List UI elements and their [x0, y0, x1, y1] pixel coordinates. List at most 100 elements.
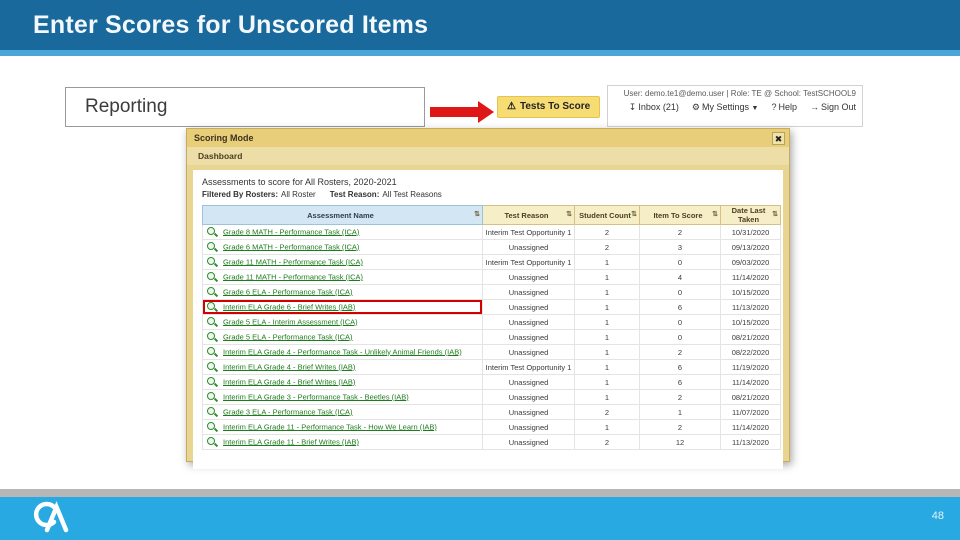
assessment-link[interactable]: Grade 6 ELA - Performance Task (ICA): [223, 287, 353, 296]
assessment-link[interactable]: Interim ELA Grade 11 - Performance Task …: [223, 422, 437, 431]
date-last-taken-cell: 09/13/2020: [720, 239, 781, 255]
score-magnifier-icon[interactable]: [207, 256, 218, 268]
score-magnifier-icon[interactable]: [207, 316, 218, 328]
close-icon[interactable]: ✖: [772, 131, 785, 145]
table-row: Interim ELA Grade 4 - Brief Writes (IAB)…: [202, 374, 781, 390]
column-header-student-count[interactable]: Student Count ⇅: [574, 205, 640, 225]
items-to-score-cell: 6: [639, 359, 721, 375]
filter-reason-value: All Test Reasons: [382, 190, 442, 199]
assessment-cell: Interim ELA Grade 11 - Performance Task …: [202, 419, 483, 435]
student-count-cell: 1: [574, 254, 640, 270]
score-magnifier-icon[interactable]: [207, 421, 218, 433]
modal-content: Assessments to score for All Rosters, 20…: [193, 170, 783, 469]
score-magnifier-icon[interactable]: [207, 346, 218, 358]
date-last-taken-cell: 10/15/2020: [720, 314, 781, 330]
test-reason-cell: Unassigned: [482, 374, 575, 390]
sort-icon[interactable]: ⇅: [474, 210, 480, 218]
assessment-link[interactable]: Interim ELA Grade 6 - Brief Writes (IAB): [223, 302, 355, 311]
user-info: User: demo.te1@demo.user | Role: TE @ Sc…: [623, 89, 856, 98]
date-last-taken-cell: 08/22/2020: [720, 344, 781, 360]
sort-icon[interactable]: ⇅: [631, 210, 637, 218]
student-count-cell: 2: [574, 224, 640, 240]
student-count-cell: 2: [574, 239, 640, 255]
assessment-cell: Grade 6 MATH - Performance Task (ICA): [202, 239, 483, 255]
column-header-item-to-score[interactable]: Item To Score ⇅: [639, 205, 721, 225]
assessment-link[interactable]: Grade 6 MATH - Performance Task (ICA): [223, 242, 359, 251]
tests-to-score-button[interactable]: ⚠ Tests To Score: [497, 96, 601, 118]
date-last-taken-cell: 10/31/2020: [720, 224, 781, 240]
title-accent-stripe: [0, 50, 960, 56]
items-to-score-cell: 4: [639, 269, 721, 285]
my-settings-button[interactable]: ⚙ My Settings ▼: [692, 102, 759, 113]
student-count-cell: 1: [574, 389, 640, 405]
sort-icon[interactable]: ⇅: [772, 210, 778, 218]
test-reason-cell: Unassigned: [482, 239, 575, 255]
assessment-cell-highlighted: Interim ELA Grade 6 - Brief Writes (IAB): [202, 299, 483, 315]
test-reason-cell: Unassigned: [482, 419, 575, 435]
test-reason-cell: Unassigned: [482, 329, 575, 345]
assessment-link[interactable]: Grade 5 ELA - Performance Task (ICA): [223, 332, 353, 341]
test-reason-cell: Unassigned: [482, 269, 575, 285]
column-header-date-last-taken[interactable]: Date Last Taken ⇅: [720, 205, 781, 225]
assessment-cell: Grade 6 ELA - Performance Task (ICA): [202, 284, 483, 300]
assessment-cell: Interim ELA Grade 11 - Brief Writes (IAB…: [202, 434, 483, 450]
score-magnifier-icon[interactable]: [207, 436, 218, 448]
date-last-taken-cell: 10/15/2020: [720, 284, 781, 300]
date-last-taken-cell: 11/13/2020: [720, 299, 781, 315]
column-header-test-reason[interactable]: Test Reason ⇅: [482, 205, 575, 225]
score-magnifier-icon[interactable]: [207, 331, 218, 343]
assessment-link[interactable]: Interim ELA Grade 4 - Performance Task -…: [223, 347, 462, 356]
red-callout-arrow-icon: [430, 101, 496, 123]
assessment-cell: Interim ELA Grade 4 - Brief Writes (IAB): [202, 374, 483, 390]
table-row: Grade 11 MATH - Performance Task (ICA) In…: [202, 254, 781, 270]
table-row: Grade 6 MATH - Performance Task (ICA) Una…: [202, 239, 781, 255]
sign-out-button[interactable]: → Sign Out: [810, 102, 856, 113]
test-reason-cell: Unassigned: [482, 434, 575, 450]
assessment-link[interactable]: Grade 11 MATH - Performance Task (ICA): [223, 257, 363, 266]
score-magnifier-icon[interactable]: [207, 361, 218, 373]
assessments-table: Assessment Name ⇅ Test Reason ⇅ Student Coun…: [202, 205, 781, 450]
score-magnifier-icon[interactable]: [207, 226, 218, 238]
score-magnifier-icon[interactable]: [207, 241, 218, 253]
assessment-link[interactable]: Interim ELA Grade 3 - Performance Task -…: [223, 392, 409, 401]
modal-title: Scoring Mode: [194, 133, 254, 143]
filter-summary: Filtered By Rosters: All Roster Test Reaso…: [202, 190, 774, 199]
items-to-score-cell: 2: [639, 419, 721, 435]
score-magnifier-icon[interactable]: [207, 271, 218, 283]
table-row: Grade 11 MATH - Performance Task (ICA) Un…: [202, 269, 781, 285]
score-magnifier-icon[interactable]: [207, 406, 218, 418]
score-magnifier-icon[interactable]: [207, 301, 218, 313]
help-button[interactable]: ? Help: [771, 102, 797, 113]
footer-blue-band: [0, 497, 960, 540]
assessment-link[interactable]: Grade 5 ELA - Interim Assessment (ICA): [223, 317, 358, 326]
sort-icon[interactable]: ⇅: [712, 210, 718, 218]
scoring-mode-modal: Scoring Mode ✖ Dashboard Assessments to …: [186, 128, 790, 469]
assessment-link[interactable]: Grade 3 ELA - Performance Task (ICA): [223, 407, 353, 416]
date-last-taken-cell: 11/14/2020: [720, 419, 781, 435]
sort-icon[interactable]: ⇅: [566, 210, 572, 218]
table-row: Interim ELA Grade 11 - Brief Writes (IAB…: [202, 434, 781, 450]
test-reason-cell: Unassigned: [482, 389, 575, 405]
assessment-link[interactable]: Interim ELA Grade 4 - Brief Writes (IAB): [223, 362, 355, 371]
score-magnifier-icon[interactable]: [207, 391, 218, 403]
items-to-score-cell: 0: [639, 329, 721, 345]
help-icon: ?: [771, 102, 777, 112]
score-magnifier-icon[interactable]: [207, 286, 218, 298]
score-magnifier-icon[interactable]: [207, 376, 218, 388]
test-reason-cell: Unassigned: [482, 299, 575, 315]
assessment-link[interactable]: Interim ELA Grade 4 - Brief Writes (IAB): [223, 377, 355, 386]
column-header-assessment-name[interactable]: Assessment Name ⇅: [202, 205, 483, 225]
breadcrumb-dashboard[interactable]: Dashboard: [187, 147, 789, 165]
items-to-score-cell: 3: [639, 239, 721, 255]
student-count-cell: 1: [574, 374, 640, 390]
table-row: Interim ELA Grade 3 - Performance Task -…: [202, 389, 781, 405]
table-row: Grade 5 ELA - Performance Task (ICA) Unas…: [202, 329, 781, 345]
items-to-score-cell: 0: [639, 284, 721, 300]
inbox-button[interactable]: ↧ Inbox (21): [629, 102, 679, 113]
student-count-cell: 1: [574, 314, 640, 330]
assessment-link[interactable]: Grade 8 MATH - Performance Task (ICA): [223, 227, 359, 236]
items-to-score-cell: 1: [639, 404, 721, 420]
assessment-link[interactable]: Grade 11 MATH - Performance Task (ICA): [223, 272, 363, 281]
assessment-link[interactable]: Interim ELA Grade 11 - Brief Writes (IAB…: [223, 437, 359, 446]
ca-logo: [28, 499, 74, 538]
